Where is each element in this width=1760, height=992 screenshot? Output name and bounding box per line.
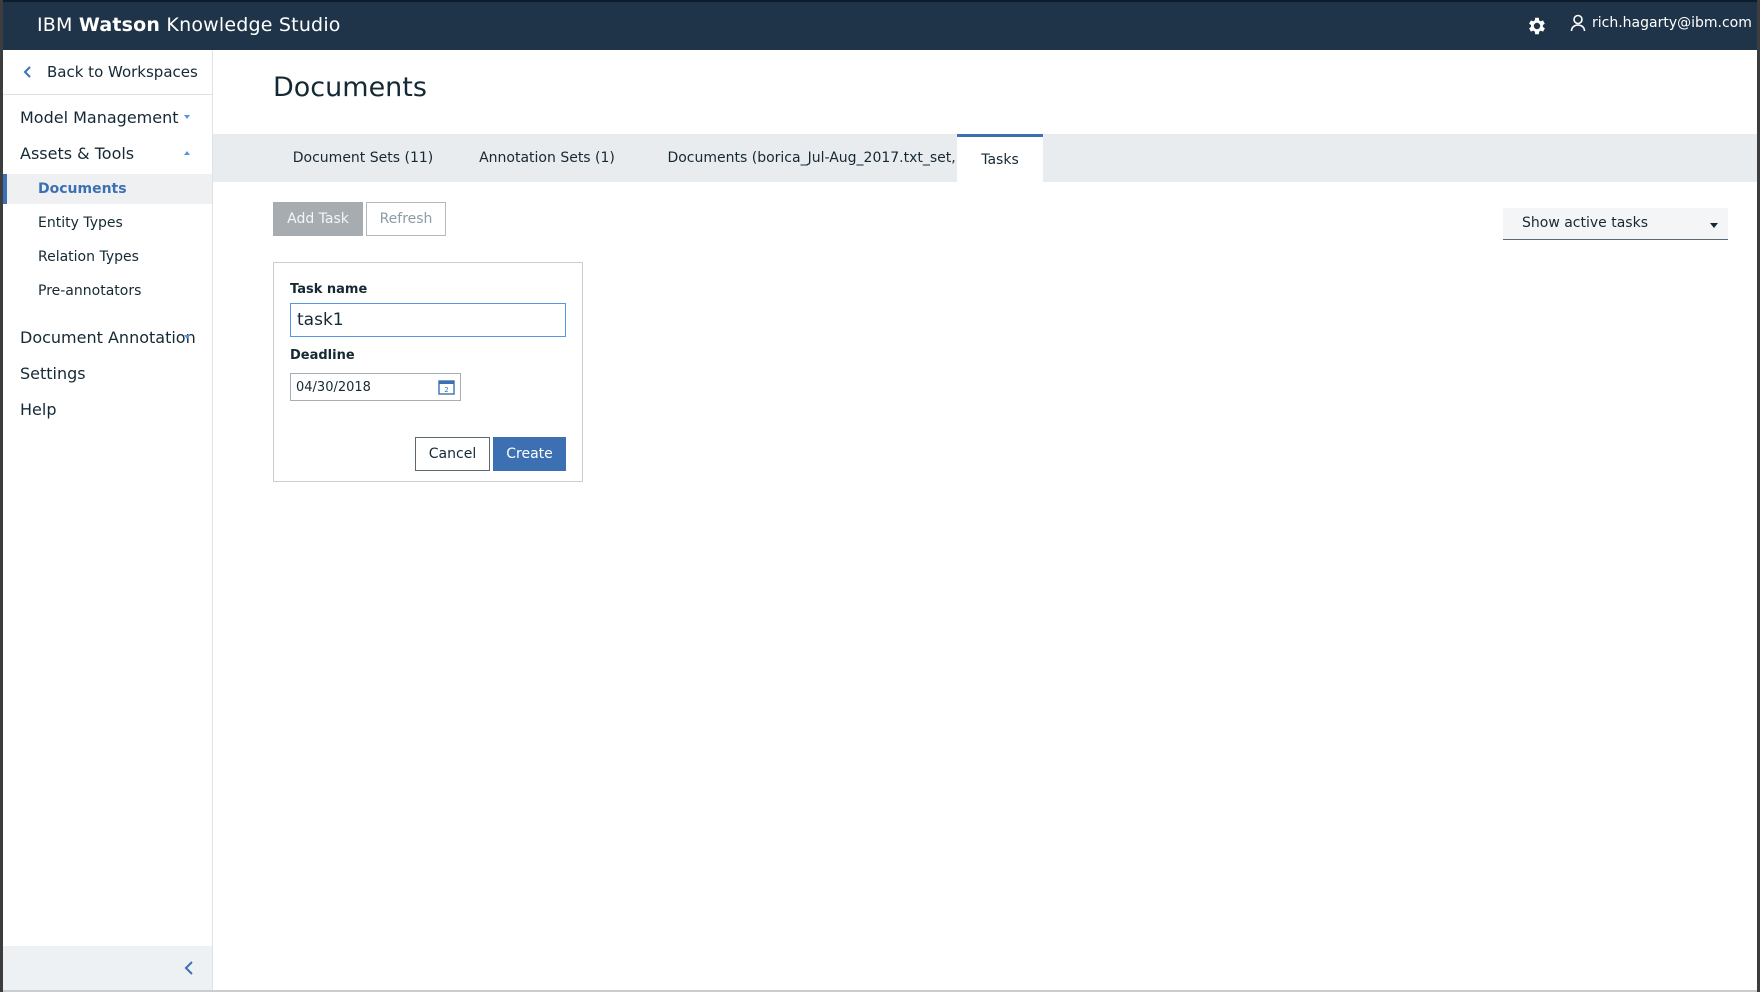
back-to-workspaces-link[interactable]: Back to Workspaces: [3, 50, 212, 95]
sidebar-collapse-button[interactable]: [3, 946, 212, 990]
tab-bar: Document Sets (11) Annotation Sets (1) D…: [213, 134, 1757, 182]
brand-prefix: IBM: [37, 14, 73, 36]
tab-document-sets[interactable]: Document Sets (11): [273, 134, 453, 182]
page-title: Documents: [273, 72, 427, 103]
task-name-label: Task name: [290, 282, 368, 297]
user-icon: [1570, 14, 1586, 32]
section-label: Help: [20, 399, 57, 419]
chevron-up-icon: [184, 151, 190, 155]
gear-icon[interactable]: [1526, 15, 1548, 37]
chevron-left-icon: [23, 66, 31, 78]
cancel-button[interactable]: Cancel: [415, 437, 490, 471]
top-bar: IBM Watson Knowledge Studio rich.hagarty…: [3, 0, 1757, 50]
sidebar-item-pre-annotators[interactable]: Pre-annotators: [3, 276, 212, 306]
sidebar: Back to Workspaces Model Management Asse…: [3, 50, 213, 992]
user-menu[interactable]: rich.hagarty@ibm.com: [1570, 14, 1752, 32]
sidebar-item-relation-types[interactable]: Relation Types: [3, 242, 212, 272]
task-name-input[interactable]: [290, 303, 566, 337]
brand-suffix: Knowledge Studio: [166, 14, 341, 36]
sidebar-section-assets-tools[interactable]: Assets & Tools: [3, 136, 212, 170]
back-label: Back to Workspaces: [47, 63, 198, 81]
user-email: rich.hagarty@ibm.com: [1592, 15, 1752, 31]
deadline-input[interactable]: [291, 374, 441, 400]
section-label: Assets & Tools: [20, 143, 135, 163]
chevron-down-icon: [184, 335, 190, 339]
sidebar-item-documents[interactable]: Documents: [3, 174, 212, 204]
tab-documents-set[interactable]: Documents (borica_Jul-Aug_2017.txt_set, …: [639, 134, 1003, 182]
app-brand[interactable]: IBM Watson Knowledge Studio: [37, 14, 341, 36]
add-task-button[interactable]: Add Task: [273, 202, 363, 236]
sidebar-item-label: Entity Types: [38, 215, 123, 231]
chevron-down-icon: [1710, 223, 1718, 228]
filter-selected-value: Show active tasks: [1522, 215, 1648, 231]
refresh-button[interactable]: Refresh: [366, 202, 446, 236]
sidebar-section-document-annotation[interactable]: Document Annotation: [3, 320, 212, 354]
add-task-form: Task name Deadline 2 Cancel Create: [273, 262, 583, 482]
tab-annotation-sets[interactable]: Annotation Sets (1): [463, 134, 631, 182]
sidebar-item-entity-types[interactable]: Entity Types: [3, 208, 212, 238]
create-button[interactable]: Create: [493, 437, 566, 471]
sidebar-item-label: Relation Types: [38, 249, 139, 265]
sidebar-section-model-management[interactable]: Model Management: [3, 100, 212, 134]
sidebar-item-label: Pre-annotators: [38, 283, 142, 299]
deadline-field[interactable]: 2: [290, 373, 461, 401]
sidebar-section-help[interactable]: Help: [3, 392, 212, 426]
sidebar-section-settings[interactable]: Settings: [3, 356, 212, 390]
calendar-icon[interactable]: 2: [438, 379, 455, 395]
section-label: Settings: [20, 363, 86, 383]
sidebar-item-label: Documents: [38, 181, 127, 197]
brand-bold: Watson: [78, 14, 161, 36]
deadline-label: Deadline: [290, 348, 355, 363]
tab-tasks[interactable]: Tasks: [957, 134, 1043, 182]
svg-text:2: 2: [444, 386, 448, 394]
task-filter-dropdown[interactable]: Show active tasks: [1503, 208, 1728, 240]
section-label: Model Management: [20, 107, 179, 127]
section-label: Document Annotation: [20, 327, 196, 347]
chevron-left-icon: [184, 961, 193, 975]
chevron-down-icon: [184, 115, 190, 119]
